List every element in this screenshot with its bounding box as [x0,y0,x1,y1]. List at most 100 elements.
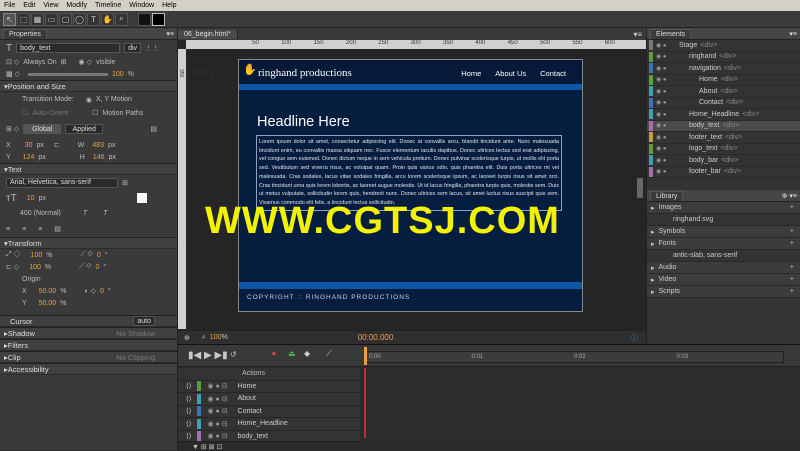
timeline-ruler[interactable]: 0:00 0:01 0:02 0:03 [364,351,784,363]
font-size-value[interactable]: 10 [27,195,35,202]
align-right-icon[interactable]: ≡ [38,226,42,233]
timeline-row[interactable]: ⟨⟩ ◉ ● ⊟ Home [178,381,360,393]
play-controls-icon[interactable]: ▮◀ ▶ ▶▮ [188,350,228,361]
element-row[interactable]: ◉ ● About <div> [647,86,800,98]
align-left-icon[interactable]: ≡ [6,226,10,233]
rounded-rectangle-tool-icon[interactable]: ▢ [59,12,72,26]
y-unit[interactable]: px [38,154,45,161]
skew-x-value[interactable]: 0 [97,252,101,259]
transform-section-header[interactable]: ▾ Transform [0,237,177,249]
element-row[interactable]: ◉ ● Contact <div> [647,97,800,109]
element-row[interactable]: ◉ ● footer_bar <div> [647,166,800,178]
expand-icon[interactable]: ▸ [651,276,655,284]
element-row[interactable]: ◉ ● Home_Headline <div> [647,109,800,121]
text-tool-icon[interactable]: T [87,12,100,26]
timeline-row[interactable]: ⟨⟩ ◉ ● ⊟ Contact [178,406,360,418]
visibility-lock-icons[interactable]: ◉ ● ⊟ [207,407,227,415]
stroke-color-swatch[interactable] [152,12,165,26]
w-unit[interactable]: px [108,142,115,149]
origin-y-value[interactable]: 50.00 [39,300,57,307]
library-group[interactable]: ▸ Symbols + [647,226,800,238]
element-row[interactable]: ◉ ● Stage <div> [647,40,800,52]
visibility-lock-icons[interactable]: ◉ ● [653,76,679,83]
home-headline[interactable]: Headline Here [257,114,350,130]
menu-window[interactable]: Window [125,2,158,9]
loop-icon[interactable]: ↺ [230,350,237,359]
vertical-ruler[interactable]: 50 100 150 200 250 300 350 [178,49,220,329]
accessibility-section-header[interactable]: ▸ Accessibility [0,363,177,375]
visibility-lock-icons[interactable]: ◉ ● [653,157,679,164]
visibility-lock-icons[interactable]: ◉ ● [653,88,679,95]
applied-tab[interactable]: Applied [65,124,104,134]
visibility-lock-icons[interactable]: ◉ ● ⊟ [207,432,227,440]
justify-icon[interactable]: ▤ [54,225,61,233]
element-row[interactable]: ◉ ● body_bar <div> [647,155,800,167]
visibility-lock-icons[interactable]: ◉ ● [653,145,679,152]
element-row[interactable]: ◉ ● body_text <div> [647,120,800,132]
expand-icon[interactable]: ⟨⟩ [186,382,191,390]
add-icon[interactable]: + [790,276,794,283]
visibility-lock-icons[interactable]: ◉ ● [653,122,679,129]
expand-icon[interactable]: ⟨⟩ [186,432,191,440]
expand-icon[interactable]: ⟨⟩ [186,420,191,428]
add-font-icon[interactable]: ⊞ [122,179,128,187]
clip-section-header[interactable]: ▸ Clip No Clipping [0,351,177,363]
nav-about[interactable]: About Us [495,69,526,78]
opacity-slider[interactable] [27,72,108,76]
add-icon[interactable]: + [790,228,794,235]
expand-icon[interactable]: ▸ [651,204,655,212]
underline-icon[interactable]: T [103,210,107,217]
element-name-field[interactable]: body_text [16,43,121,53]
y-value[interactable]: 124 [23,154,35,161]
stage-menu-icon[interactable]: ▾≡ [633,30,642,39]
text-section-header[interactable]: ▾ Text [0,163,177,175]
menu-view[interactable]: View [39,2,62,9]
info-icon[interactable]: ⓘ [631,333,638,343]
document-tab[interactable]: 06_begin.html* [178,29,238,39]
scale-link-icon[interactable]: ⊏ ◇ [6,263,19,271]
element-tag-select[interactable]: div [124,43,142,53]
expand-icon[interactable]: ▸ [651,240,655,248]
expand-icon[interactable]: ⟨⟩ [186,395,191,403]
add-icon[interactable]: + [790,240,794,247]
element-row[interactable]: ◉ ● ringhand <div> [647,51,800,63]
rotate-value[interactable]: 0 [100,288,104,295]
link-icon[interactable]: ⊏ [54,141,60,149]
visibility-lock-icons[interactable]: ◉ ● [653,65,679,72]
pin-icon[interactable]: ⏏ [288,349,296,358]
element-row[interactable]: ◉ ● logo_text <div> [647,143,800,155]
playhead[interactable] [364,347,367,365]
element-row[interactable]: ◉ ● Home <div> [647,74,800,86]
hand-tool-icon[interactable]: ✋ [101,12,114,26]
menu-modify[interactable]: Modify [62,2,91,9]
expand-icon[interactable]: ▸ [651,228,655,236]
w-value[interactable]: 483 [92,142,104,149]
cursor-value[interactable]: auto [133,316,155,326]
library-tab[interactable]: Library [650,190,684,201]
expand-icon[interactable]: ▸ [651,288,655,296]
timeline-row[interactable]: ⟨⟩ ◉ ● ⊟ About [178,393,360,406]
library-group[interactable]: ▸ Audio + [647,262,800,274]
selection-tool-icon[interactable]: ↖ [3,12,16,26]
add-icon[interactable]: + [790,288,794,295]
actions-row[interactable]: Actions [178,368,360,381]
skew-y-value[interactable]: 0 [96,264,100,271]
visibility-lock-icons[interactable]: ◉ ● [653,134,679,141]
visibility-lock-icons[interactable]: ◉ ● [653,53,679,60]
stage-settings-icon[interactable]: ⊕ [184,334,190,342]
menu-timeline[interactable]: Timeline [91,2,125,9]
xy-motion-radio[interactable]: ◉ [86,96,92,104]
layout-preset-icon[interactable]: ▤ [150,125,157,133]
element-row[interactable]: ◉ ● footer_text <div> [647,132,800,144]
font-size-unit[interactable]: px [39,195,46,202]
library-group[interactable]: ▸ Images + [647,202,800,214]
x-unit[interactable]: px [36,142,43,149]
element-row[interactable]: ◉ ● navigation <div> [647,63,800,75]
text-color-swatch[interactable] [137,193,147,203]
shadow-section-header[interactable]: ▸ Shadow No Shadow [0,327,177,339]
ellipse-tool-icon[interactable]: ◯ [73,12,86,26]
elements-tab[interactable]: Elements [650,28,692,39]
global-tab[interactable]: Global [23,124,62,134]
library-group[interactable]: ▸ Scripts + [647,286,800,298]
visibility-lock-icons[interactable]: ◉ ● ⊟ [207,382,227,390]
